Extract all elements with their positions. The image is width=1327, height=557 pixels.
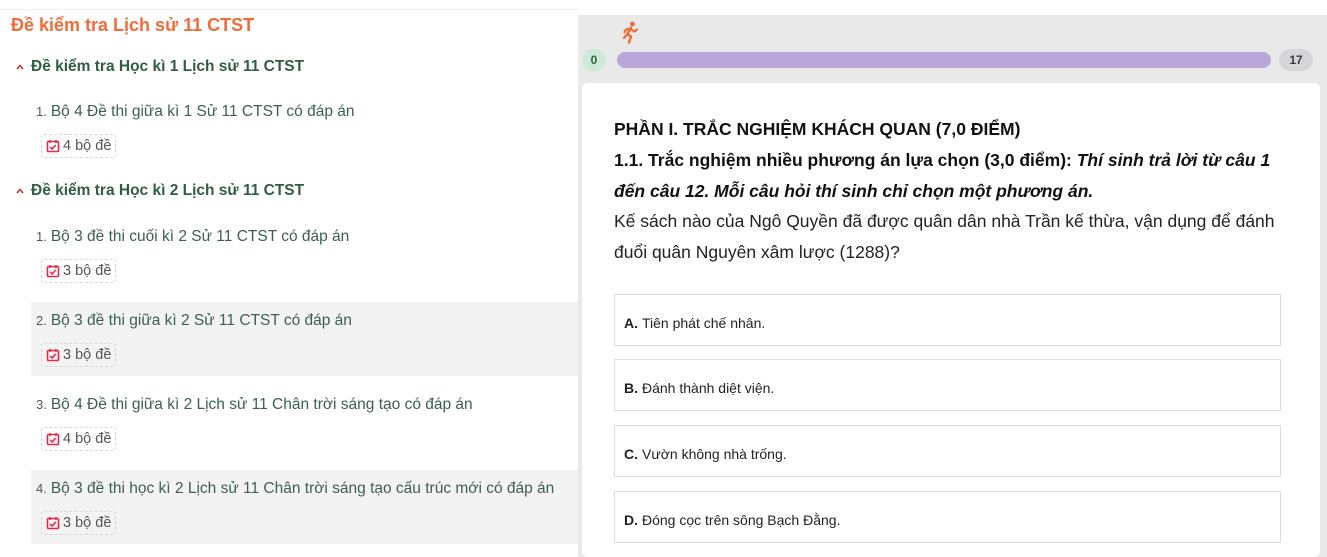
item-label: Bộ 3 đề thi cuối kì 2 Sử 11 CTST có đáp …	[50, 228, 350, 245]
item-label: Bộ 3 đề thi học kì 2 Lịch sử 11 Chân trờ…	[50, 480, 555, 497]
answer-option-c[interactable]: C. Vườn không nhà trống.	[614, 425, 1281, 477]
item-number: 1.	[36, 104, 47, 119]
answer-option-a[interactable]: A. Tiên phát chế nhân.	[614, 294, 1281, 346]
answer-option-d[interactable]: D. Đóng cọc trên sông Bạch Đằng.	[614, 491, 1281, 543]
item-number: 3.	[36, 397, 47, 412]
item-label: Bộ 3 đề thi giữa kì 2 Sử 11 CTST có đáp …	[50, 312, 352, 329]
section-title: Đề kiểm tra Học kì 1 Lịch sử 11 CTST	[31, 58, 305, 75]
calendar-check-icon	[46, 348, 60, 362]
item-label: Bộ 4 Đề thi giữa kì 2 Lịch sử 11 Chân tr…	[50, 396, 473, 413]
part-title: PHẦN I. TRẮC NGHIỆM KHÁCH QUAN (7,0 ĐIỂM…	[614, 119, 1021, 139]
badge-label: 3 bộ đề	[63, 347, 112, 363]
question-block: 1.1. Trắc nghiệm nhiều phương án lựa chọ…	[614, 145, 1290, 267]
option-key: A.	[624, 315, 638, 331]
running-person-icon	[620, 21, 640, 45]
list-item[interactable]: 2. Bộ 3 đề thi giữa kì 2 Sử 11 CTST có đá…	[31, 302, 578, 376]
divider	[0, 9, 578, 10]
item-label: Bộ 4 Đề thi giữa kì 1 Sử 11 CTST có đáp …	[50, 103, 355, 120]
badge-label: 3 bộ đề	[63, 263, 112, 279]
count-badge[interactable]: 3 bộ đề	[41, 259, 117, 283]
progress-start-badge: 0	[582, 49, 606, 71]
option-key: B.	[624, 380, 638, 396]
count-badge[interactable]: 3 bộ đề	[41, 343, 117, 367]
question-text: Kế sách nào của Ngô Quyền đã được quân d…	[614, 211, 1275, 262]
option-key: C.	[624, 446, 638, 462]
calendar-check-icon	[46, 139, 60, 153]
page-title: Đề kiểm tra Lịch sử 11 CTST	[11, 15, 255, 35]
item-number: 1.	[36, 229, 47, 244]
list-item-title[interactable]: 4. Bộ 3 đề thi học kì 2 Lịch sử 11 Chân t…	[36, 480, 554, 498]
section-header-hk2[interactable]: Đề kiểm tra Học kì 2 Lịch sử 11 CTST	[16, 182, 304, 200]
count-badge[interactable]: 3 bộ đề	[41, 511, 117, 535]
exam-list-panel: Đề kiểm tra Lịch sử 11 CTST Đề kiểm tra …	[0, 0, 578, 557]
option-text: Đánh thành diệt viện.	[642, 380, 775, 396]
count-badge[interactable]: 4 bộ đề	[41, 134, 117, 158]
calendar-check-icon	[46, 516, 60, 530]
list-item-title[interactable]: 1. Bộ 3 đề thi cuối kì 2 Sử 11 CTST có đá…	[36, 228, 349, 246]
option-key: D.	[624, 512, 638, 528]
answer-option-b[interactable]: B. Đánh thành diệt viện.	[614, 359, 1281, 411]
calendar-check-icon	[46, 264, 60, 278]
progress-bar	[617, 52, 1271, 68]
section-header-hk1[interactable]: Đề kiểm tra Học kì 1 Lịch sử 11 CTST	[16, 58, 304, 76]
list-item-title[interactable]: 1. Bộ 4 Đề thi giữa kì 1 Sử 11 CTST có đá…	[36, 103, 355, 121]
calendar-check-icon	[46, 432, 60, 446]
list-item[interactable]: 1. Bộ 4 Đề thi giữa kì 1 Sử 11 CTST có đá…	[31, 93, 578, 167]
item-number: 4.	[36, 481, 47, 496]
progress-total-badge: 17	[1279, 49, 1313, 71]
chevron-up-icon	[16, 63, 24, 71]
badge-label: 4 bộ đề	[63, 138, 112, 154]
list-item[interactable]: 3. Bộ 4 Đề thi giữa kì 2 Lịch sử 11 Chân …	[31, 386, 578, 460]
badge-label: 3 bộ đề	[63, 515, 112, 531]
list-item[interactable]: 4. Bộ 3 đề thi học kì 2 Lịch sử 11 Chân t…	[31, 470, 578, 544]
option-text: Vườn không nhà trống.	[642, 446, 787, 462]
option-text: Tiên phát chế nhân.	[642, 315, 766, 331]
section-title: Đề kiểm tra Học kì 2 Lịch sử 11 CTST	[31, 182, 305, 199]
subsection-label: 1.1. Trắc nghiệm nhiều phương án lựa chọ…	[614, 150, 1072, 170]
option-text: Đóng cọc trên sông Bạch Đằng.	[642, 512, 841, 528]
list-item[interactable]: 1. Bộ 3 đề thi cuối kì 2 Sử 11 CTST có đá…	[31, 218, 578, 292]
badge-label: 4 bộ đề	[63, 431, 112, 447]
list-item-title[interactable]: 3. Bộ 4 Đề thi giữa kì 2 Lịch sử 11 Chân …	[36, 396, 473, 414]
question-card: PHẦN I. TRẮC NGHIỆM KHÁCH QUAN (7,0 ĐIỂM…	[582, 83, 1320, 557]
chevron-up-icon	[16, 187, 24, 195]
quiz-panel: 0 17 PHẦN I. TRẮC NGHIỆM KHÁCH QUAN (7,0…	[578, 15, 1327, 557]
item-number: 2.	[36, 313, 47, 328]
count-badge[interactable]: 4 bộ đề	[41, 427, 117, 451]
list-item-title[interactable]: 2. Bộ 3 đề thi giữa kì 2 Sử 11 CTST có đá…	[36, 312, 352, 330]
